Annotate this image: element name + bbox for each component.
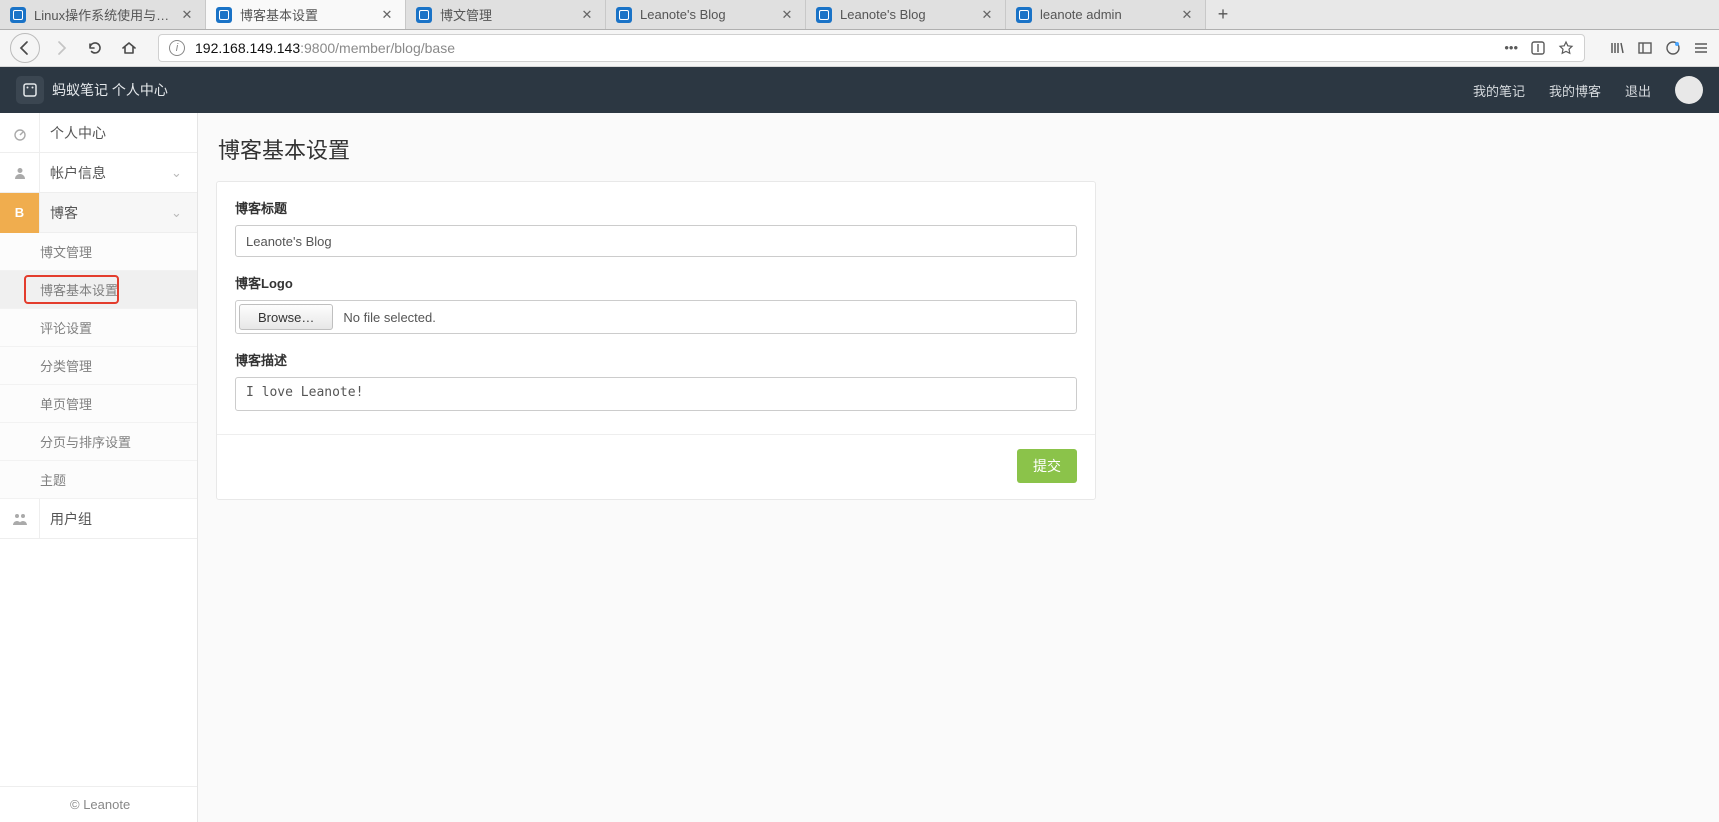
sidebar-sub-category[interactable]: 分类管理 [0,347,197,385]
chevron-down-icon: ⌄ [171,165,197,181]
sidebar-sub-paging[interactable]: 分页与排序设置 [0,423,197,461]
users-icon [0,499,40,539]
sidebar-sub-label: 博客基本设置 [40,280,118,299]
browser-toolbar: i 192.168.149.143:9800/member/blog/base … [0,30,1719,67]
browser-tab[interactable]: Leanote's Blog ✕ [806,0,1006,29]
nav-logout[interactable]: 退出 [1625,81,1651,100]
sidebar-item-account[interactable]: 帐户信息 ⌄ [0,153,197,193]
label-blog-title: 博客标题 [235,198,1077,217]
dashboard-icon [0,113,40,153]
new-tab-button[interactable]: + [1206,0,1240,29]
sidebar-sub-label: 博文管理 [40,242,92,261]
sidebar-toggle-icon[interactable] [1637,40,1653,56]
sidebar-sub-post-manage[interactable]: 博文管理 [0,233,197,271]
browser-tab-strip: Linux操作系统使用与命令 ✕ 博客基本设置 ✕ 博文管理 ✕ Leanote… [0,0,1719,30]
browser-tab[interactable]: Leanote's Blog ✕ [606,0,806,29]
app-brand: 蚂蚁笔记 个人中心 [52,80,168,100]
tab-title: 博客基本设置 [240,5,373,24]
divider [217,434,1095,435]
shield-icon[interactable] [1665,40,1681,56]
back-button[interactable] [10,33,40,63]
tab-title: Leanote's Blog [840,7,973,22]
file-status: No file selected. [343,310,436,325]
menu-icon[interactable] [1693,40,1709,56]
sidebar-sub-label: 主题 [40,470,66,489]
chevron-down-icon: ⌄ [171,205,197,221]
form-group-title: 博客标题 [235,198,1077,257]
url-text: 192.168.149.143:9800/member/blog/base [195,40,455,56]
input-blog-desc[interactable] [235,377,1077,411]
favicon-icon [416,7,432,23]
tab-title: Leanote's Blog [640,7,773,22]
address-bar[interactable]: i 192.168.149.143:9800/member/blog/base … [158,34,1585,62]
bookmark-star-icon[interactable] [1558,40,1574,56]
input-blog-title[interactable] [235,225,1077,257]
close-icon[interactable]: ✕ [179,7,195,23]
sidebar-item-label: 博客 [40,203,171,223]
sidebar-sub-comment[interactable]: 评论设置 [0,309,197,347]
user-icon [0,153,40,193]
file-picker[interactable]: Browse… No file selected. [235,300,1077,334]
app-logo-icon [16,76,44,104]
reader-icon[interactable] [1530,40,1546,56]
favicon-icon [10,7,26,23]
browser-tab[interactable]: 博文管理 ✕ [406,0,606,29]
label-blog-logo: 博客Logo [235,273,1077,292]
nav-my-notes[interactable]: 我的笔记 [1473,81,1525,100]
browser-tab[interactable]: 博客基本设置 ✕ [206,0,406,29]
app-header: 蚂蚁笔记 个人中心 我的笔记 我的博客 退出 [0,67,1719,113]
settings-panel: 博客标题 博客Logo Browse… No file selected. 博客… [216,181,1096,500]
nav-my-blog[interactable]: 我的博客 [1549,81,1601,100]
library-icon[interactable] [1609,40,1625,56]
sidebar-sub-theme[interactable]: 主题 [0,461,197,499]
sidebar-item-label: 用户组 [40,509,197,529]
browser-tab[interactable]: Linux操作系统使用与命令 ✕ [0,0,206,29]
main-content: 博客基本设置 博客标题 博客Logo Browse… No file selec… [198,113,1719,822]
sidebar-item-label: 帐户信息 [40,163,171,183]
sidebar: 个人中心 帐户信息 ⌄ B 博客 ⌄ 博文管理 博客基本设置 评论设置 分类管理… [0,113,198,822]
favicon-icon [616,7,632,23]
form-group-desc: 博客描述 [235,350,1077,414]
forward-button[interactable] [48,35,74,61]
sidebar-item-personal[interactable]: 个人中心 [0,113,197,153]
page-title: 博客基本设置 [218,133,1701,165]
favicon-icon [816,7,832,23]
sidebar-sub-label: 分类管理 [40,356,92,375]
more-icon[interactable]: ••• [1504,40,1518,56]
close-icon[interactable]: ✕ [779,7,795,23]
sidebar-sub-blog-base[interactable]: 博客基本设置 [0,271,197,309]
sidebar-sub-single[interactable]: 单页管理 [0,385,197,423]
favicon-icon [1016,7,1032,23]
submit-button[interactable]: 提交 [1017,449,1077,483]
sidebar-sub-label: 分页与排序设置 [40,432,131,451]
tab-title: Linux操作系统使用与命令 [34,5,173,24]
close-icon[interactable]: ✕ [1179,7,1195,23]
form-group-logo: 博客Logo Browse… No file selected. [235,273,1077,334]
browser-tab[interactable]: leanote admin ✕ [1006,0,1206,29]
favicon-icon [216,7,232,23]
close-icon[interactable]: ✕ [579,7,595,23]
avatar[interactable] [1675,76,1703,104]
close-icon[interactable]: ✕ [979,7,995,23]
sidebar-item-usergroup[interactable]: 用户组 [0,499,197,539]
tab-title: 博文管理 [440,5,573,24]
sidebar-sub-label: 单页管理 [40,394,92,413]
browse-button[interactable]: Browse… [239,304,333,330]
sidebar-footer: © Leanote [0,786,197,822]
blog-icon: B [0,193,40,233]
form-actions: 提交 [235,449,1077,483]
sidebar-sub-label: 评论设置 [40,318,92,337]
sidebar-item-label: 个人中心 [40,123,197,143]
tab-title: leanote admin [1040,7,1173,22]
site-info-icon[interactable]: i [169,40,185,56]
close-icon[interactable]: ✕ [379,7,395,23]
label-blog-desc: 博客描述 [235,350,1077,369]
header-nav: 我的笔记 我的博客 退出 [1473,76,1703,104]
sidebar-item-blog[interactable]: B 博客 ⌄ [0,193,197,233]
home-button[interactable] [116,35,142,61]
reload-button[interactable] [82,35,108,61]
